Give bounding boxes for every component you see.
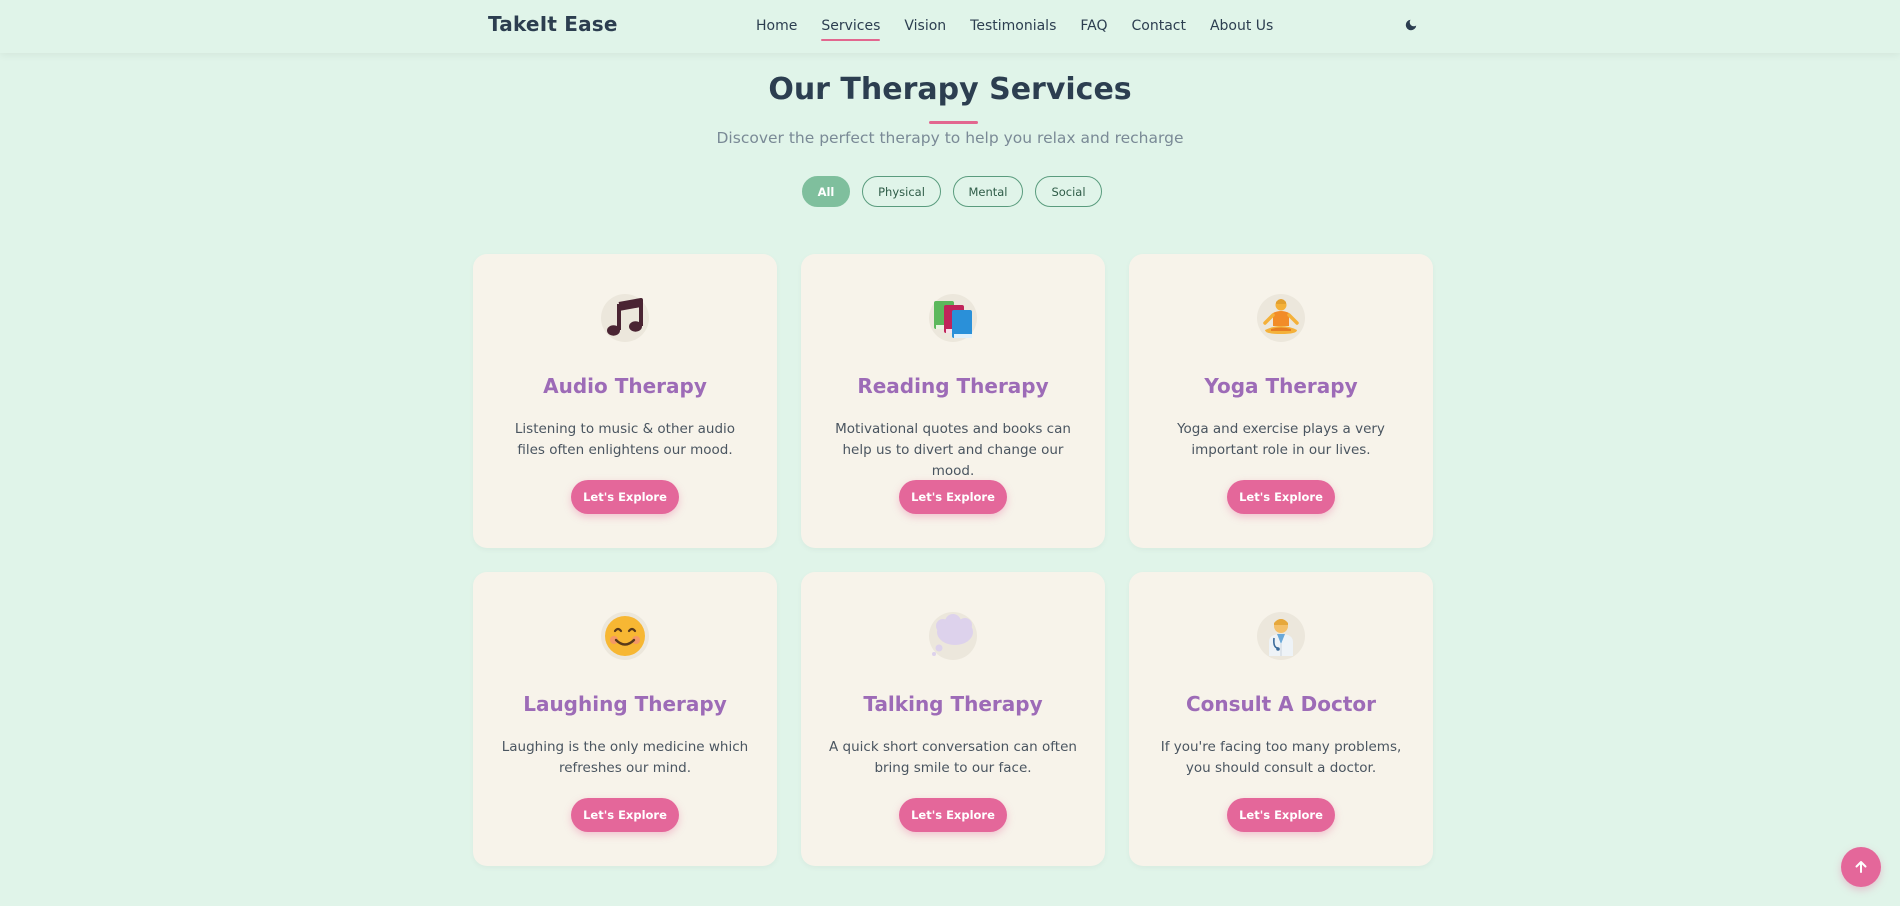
card-description: Yoga and exercise plays a very important…	[1177, 421, 1385, 458]
filter-social-button[interactable]: Social	[1035, 176, 1102, 207]
brand-logo[interactable]: TakeIt Ease	[488, 12, 618, 36]
card-title: Talking Therapy	[863, 692, 1043, 716]
nav-link-home[interactable]: Home	[756, 17, 797, 35]
explore-button[interactable]: Let's Explore	[1227, 480, 1335, 514]
explore-button[interactable]: Let's Explore	[1227, 798, 1335, 832]
card-title: Laughing Therapy	[523, 692, 727, 716]
explore-button[interactable]: Let's Explore	[571, 480, 679, 514]
service-card-doctor: Consult A Doctor If you're facing too ma…	[1129, 572, 1433, 866]
arrow-up-icon	[1855, 861, 1867, 873]
filter-physical-button[interactable]: Physical	[862, 176, 941, 207]
explore-button[interactable]: Let's Explore	[899, 480, 1007, 514]
yoga-person-icon	[1257, 294, 1305, 342]
navbar: TakeIt Ease Home Services Vision Testimo…	[0, 0, 1900, 53]
filter-mental-button[interactable]: Mental	[953, 176, 1023, 207]
nav-link-vision[interactable]: Vision	[904, 17, 946, 35]
doctor-icon	[1257, 612, 1305, 660]
scroll-to-top-button[interactable]	[1841, 847, 1881, 887]
card-description: A quick short conversation can often bri…	[829, 739, 1077, 776]
service-card-audio: Audio Therapy Listening to music & other…	[473, 254, 777, 548]
card-title: Audio Therapy	[543, 374, 707, 398]
music-notes-icon	[601, 294, 649, 342]
nav-link-testimonials[interactable]: Testimonials	[970, 17, 1056, 35]
card-title: Consult A Doctor	[1186, 692, 1376, 716]
filter-group: All Physical Mental Social	[802, 176, 1102, 207]
card-title: Yoga Therapy	[1204, 374, 1358, 398]
books-icon	[929, 294, 977, 342]
smiling-face-icon	[601, 612, 649, 660]
service-card-reading: Reading Therapy Motivational quotes and …	[801, 254, 1105, 548]
theme-toggle-button[interactable]	[1402, 16, 1420, 34]
card-title: Reading Therapy	[857, 374, 1049, 398]
thought-bubble-icon	[929, 612, 977, 660]
page-title: Our Therapy Services	[768, 72, 1132, 107]
card-description: If you're facing too many problems, you …	[1160, 739, 1402, 776]
card-description: Motivational quotes and books can help u…	[835, 421, 1071, 479]
nav-links: Home Services Vision Testimonials FAQ Co…	[756, 17, 1297, 41]
nav-link-faq[interactable]: FAQ	[1080, 17, 1107, 35]
title-underline	[929, 121, 978, 124]
card-description: Laughing is the only medicine which refr…	[501, 739, 749, 776]
nav-link-services[interactable]: Services	[821, 17, 881, 41]
filter-all-button[interactable]: All	[802, 176, 850, 207]
page-subtitle: Discover the perfect therapy to help you…	[716, 129, 1184, 147]
nav-link-contact[interactable]: Contact	[1131, 17, 1185, 35]
service-card-laughing: Laughing Therapy Laughing is the only me…	[473, 572, 777, 866]
card-description: Listening to music & other audio files o…	[514, 421, 736, 458]
nav-link-about[interactable]: About Us	[1210, 17, 1273, 35]
service-card-talking: Talking Therapy A quick short conversati…	[801, 572, 1105, 866]
explore-button[interactable]: Let's Explore	[899, 798, 1007, 832]
moon-icon	[1405, 19, 1417, 31]
service-card-yoga: Yoga Therapy Yoga and exercise plays a v…	[1129, 254, 1433, 548]
explore-button[interactable]: Let's Explore	[571, 798, 679, 832]
